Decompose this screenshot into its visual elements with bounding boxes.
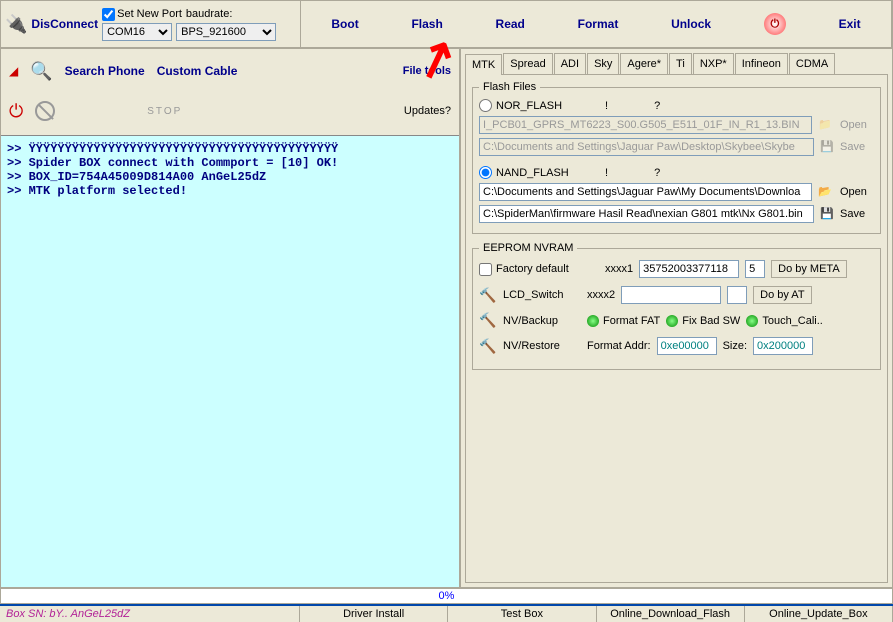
console-output: >> ŸŸŸŸŸŸŸŸŸŸŸŸŸŸŸŸŸŸŸŸŸŸŸŸŸŸŸŸŸŸŸŸŸŸŸŸŸ… xyxy=(1,135,459,587)
lcd-switch-button[interactable]: LCD_Switch xyxy=(503,289,581,301)
tab-sky[interactable]: Sky xyxy=(587,53,619,74)
format-button[interactable]: Format xyxy=(578,17,619,31)
xxxx2-label: xxxx2 xyxy=(587,289,615,301)
tab-infineon[interactable]: Infineon xyxy=(735,53,788,74)
tab-ti[interactable]: Ti xyxy=(669,53,692,74)
nor-path-1 xyxy=(479,116,812,134)
disconnect-button[interactable]: DisConnect xyxy=(31,17,98,31)
nand-path-2[interactable] xyxy=(479,205,814,223)
progress-bar: 0% xyxy=(0,588,893,604)
size-input[interactable] xyxy=(753,337,813,355)
set-new-port-checkbox[interactable]: Set New Port xyxy=(102,8,182,21)
stop-button[interactable]: STOP xyxy=(147,106,182,117)
nand-path-1[interactable] xyxy=(479,183,812,201)
hammer-icon-2: 🔨 xyxy=(479,312,497,329)
save-button-2[interactable]: Save xyxy=(840,208,874,220)
read-button[interactable]: Read xyxy=(496,17,525,31)
folder-icon: 📁 xyxy=(818,118,834,132)
search-phone-button[interactable]: Search Phone xyxy=(65,64,145,78)
main-toolbar: 🔌 DisConnect Set New Port baudrate: COM1… xyxy=(0,0,893,48)
power-small-icon[interactable]: ⏻ xyxy=(9,101,23,122)
exit-button[interactable]: Exit xyxy=(839,17,861,31)
platform-tabs: MTK Spread ADI Sky Agere* Ti NXP* Infine… xyxy=(465,53,888,75)
baudrate-label: baudrate: xyxy=(186,8,232,20)
format-addr-input[interactable] xyxy=(657,337,717,355)
tab-nxp[interactable]: NXP* xyxy=(693,53,734,74)
save-icon: 💾 xyxy=(820,140,834,154)
custom-cable-button[interactable]: Custom Cable xyxy=(157,64,238,78)
search-icon: 🔍 xyxy=(30,61,52,82)
bang-2: ! xyxy=(605,167,608,179)
qmark-2: ? xyxy=(654,167,660,179)
do-at-button[interactable]: Do by AT xyxy=(753,286,811,304)
port-select[interactable]: COM16 xyxy=(102,23,172,41)
updates-link[interactable]: Updates? xyxy=(404,105,451,117)
flash-files-legend: Flash Files xyxy=(479,81,540,93)
bang-1: ! xyxy=(605,100,608,112)
nv-restore-button[interactable]: NV/Restore xyxy=(503,340,581,352)
boot-button[interactable]: Boot xyxy=(331,17,358,31)
factory-default-checkbox[interactable]: Factory default xyxy=(479,263,599,276)
stop-icon[interactable] xyxy=(35,101,55,121)
save-disk-icon[interactable]: 💾 xyxy=(820,207,834,221)
fix-bad-button[interactable]: Fix Bad SW xyxy=(666,315,740,327)
save-button-1: Save xyxy=(840,141,874,153)
nor-flash-radio[interactable]: NOR_FLASH xyxy=(479,99,599,112)
flash-button[interactable]: Flash xyxy=(411,17,442,31)
open-button-2[interactable]: Open xyxy=(840,186,874,198)
tab-adi[interactable]: ADI xyxy=(554,53,586,74)
qmark-1: ? xyxy=(654,100,660,112)
xxxx1-label: xxxx1 xyxy=(605,263,633,275)
eeprom-legend: EEPROM NVRAM xyxy=(479,242,577,254)
flash-files-group: Flash Files NOR_FLASH ! ? 📁 Open 💾 Save xyxy=(472,81,881,234)
unlock-button[interactable]: Unlock xyxy=(671,17,711,31)
xxxx2b-input[interactable] xyxy=(727,286,747,304)
touch-cali-button[interactable]: Touch_Cali.. xyxy=(746,315,823,327)
xxxx1b-input[interactable] xyxy=(745,260,765,278)
power-icon[interactable]: ⏻ xyxy=(764,13,786,35)
tab-cdma[interactable]: CDMA xyxy=(789,53,835,74)
nor-path-2 xyxy=(479,138,814,156)
nand-flash-radio[interactable]: NAND_FLASH xyxy=(479,166,599,179)
tab-spread[interactable]: Spread xyxy=(503,53,552,74)
format-addr-label: Format Addr: xyxy=(587,340,651,352)
hammer-icon: 🔨 xyxy=(479,287,497,304)
file-tools-button[interactable]: File tools xyxy=(403,65,451,77)
format-fat-button[interactable]: Format FAT xyxy=(587,315,660,327)
status-bar: Box SN: bY.. AnGeL25dZ Driver Install Te… xyxy=(0,604,893,622)
hammer-icon-3: 🔨 xyxy=(479,338,497,355)
tab-mtk[interactable]: MTK xyxy=(465,54,502,75)
xxxx2-input[interactable] xyxy=(621,286,721,304)
size-label: Size: xyxy=(723,340,747,352)
tab-agere[interactable]: Agere* xyxy=(620,53,668,74)
xxxx1-input[interactable] xyxy=(639,260,739,278)
open-button-1: Open xyxy=(840,119,874,131)
nv-backup-button[interactable]: NV/Backup xyxy=(503,315,581,327)
do-meta-button[interactable]: Do by META xyxy=(771,260,847,278)
plug-icon: 🔌 xyxy=(5,14,27,35)
baud-select[interactable]: BPS_921600 xyxy=(176,23,276,41)
tag-icon: ◢ xyxy=(9,64,18,78)
open-folder-icon[interactable]: 📂 xyxy=(818,185,834,199)
eeprom-group: EEPROM NVRAM Factory default xxxx1 Do by… xyxy=(472,242,881,370)
